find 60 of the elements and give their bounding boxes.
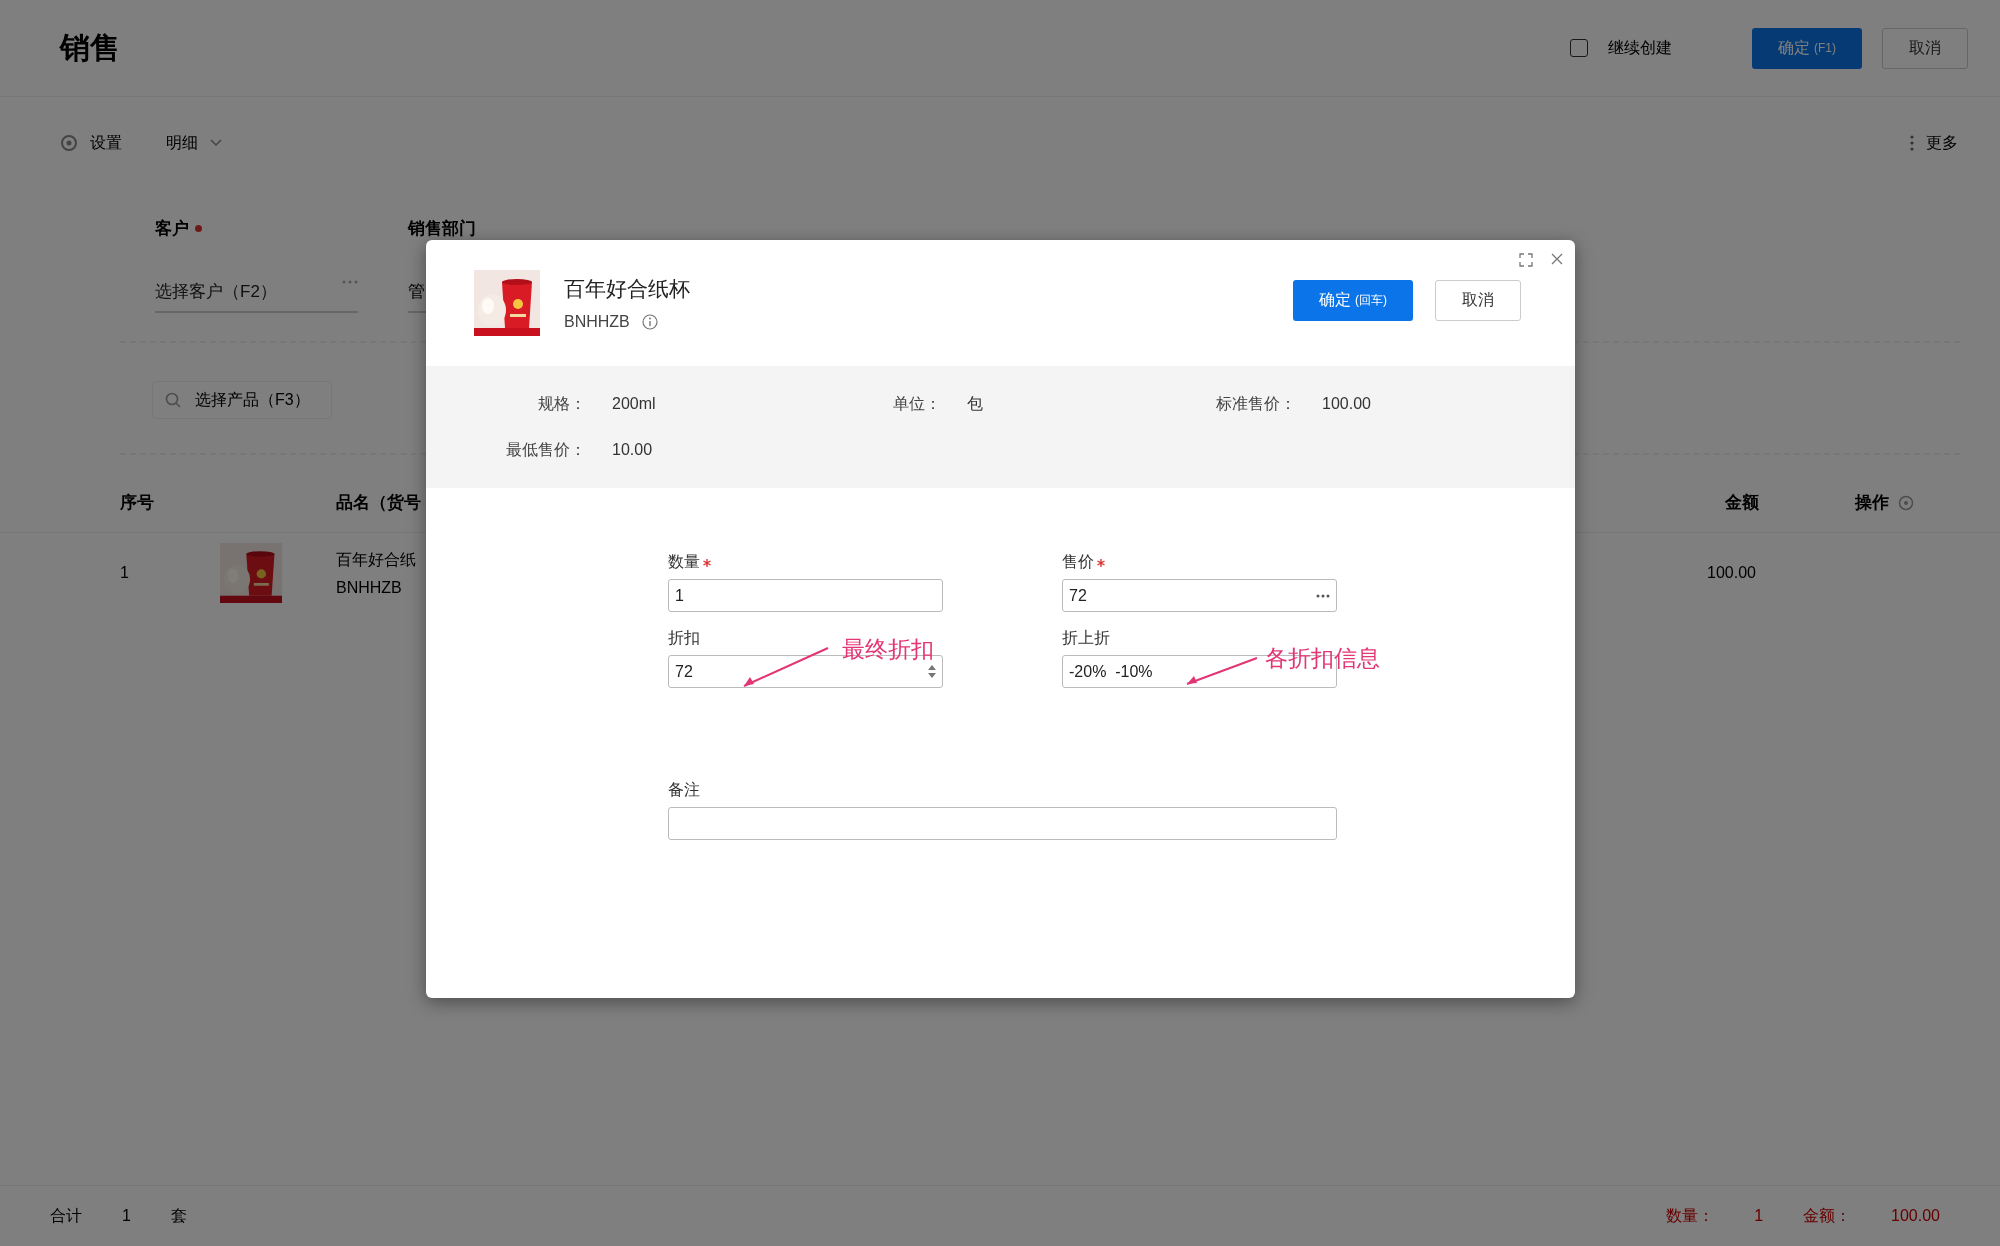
dialog-title: 百年好合纸杯 [564, 276, 691, 302]
column-header: 品名（货号 [336, 492, 421, 514]
confirm-button[interactable]: 确定 (F1) [1752, 27, 1862, 69]
close-icon[interactable] [1551, 253, 1563, 265]
settings-icon[interactable] [60, 134, 78, 152]
confirm-button[interactable]: 确定 (回车) [1293, 279, 1413, 321]
spec-value: 100.00 [1321, 395, 1372, 413]
spec-label: 规格： [537, 393, 586, 414]
column-header: 序号 [120, 492, 154, 514]
column-header: 操作 [1855, 492, 1889, 514]
total-count: 1 [122, 1207, 131, 1225]
settings-link[interactable]: 设置 [90, 132, 122, 154]
quantity-label: 数量： [1666, 1205, 1715, 1226]
input-field[interactable]: 1 [668, 579, 943, 612]
stepper-icon[interactable] [928, 665, 936, 678]
product-code: BNHHZB [336, 578, 402, 597]
table-cell-text: 100.00 [1707, 564, 1757, 582]
field-label: 售价 [1062, 552, 1094, 572]
total-label: 合计 [50, 1205, 82, 1226]
chevron-down-icon [210, 139, 222, 147]
detail-dropdown[interactable]: 明细 [166, 132, 198, 154]
product-search-field[interactable]: 选择产品（F3） [152, 381, 332, 419]
input-field[interactable] [668, 807, 1337, 840]
continue-checkbox[interactable] [1570, 39, 1588, 57]
more-icon[interactable] [1316, 593, 1330, 598]
spec-label: 标准售价： [1215, 393, 1296, 414]
amount-label: 金额： [1803, 1205, 1852, 1226]
required-icon [703, 558, 711, 567]
select-field[interactable]: 选择客户（F2） [155, 280, 358, 313]
fullscreen-icon[interactable] [1519, 253, 1533, 267]
field-label: 备注 [668, 780, 700, 800]
cancel-button[interactable]: 取消 [1882, 27, 1968, 69]
spec-value: 200ml [611, 395, 657, 413]
product-name: 百年好合纸 [336, 549, 416, 570]
more-icon[interactable] [1910, 135, 1914, 151]
settings-icon[interactable] [1898, 494, 1914, 511]
spec-label: 单位： [892, 393, 941, 414]
field-label: 折扣 [668, 628, 700, 648]
field-label: 销售部门 [408, 218, 476, 240]
table-cell-text: 1 [120, 564, 130, 582]
column-header: 金额 [1725, 492, 1759, 514]
info-icon[interactable] [641, 314, 658, 330]
unit-label: 套 [170, 1205, 187, 1226]
field-label: 折上折 [1062, 628, 1110, 648]
spec-label: 最低售价： [505, 439, 586, 460]
input-field[interactable]: 72 [1062, 579, 1337, 612]
required-icon [1097, 558, 1105, 567]
spec-value: 包 [966, 393, 984, 414]
field-label: 客户 [155, 218, 189, 240]
field-label: 数量 [668, 552, 700, 572]
checkbox-label: 继续创建 [1608, 37, 1672, 58]
required-icon [195, 225, 202, 232]
product-code: BNHHZB [564, 313, 630, 331]
amount-value: 100.00 [1891, 1207, 1940, 1225]
cancel-button[interactable]: 取消 [1435, 279, 1521, 321]
search-icon [165, 392, 181, 408]
quantity-value: 1 [1754, 1207, 1764, 1225]
spec-value: 10.00 [611, 441, 654, 459]
page-title: 销售 [60, 29, 121, 66]
more-link[interactable]: 更多 [1926, 132, 1958, 154]
